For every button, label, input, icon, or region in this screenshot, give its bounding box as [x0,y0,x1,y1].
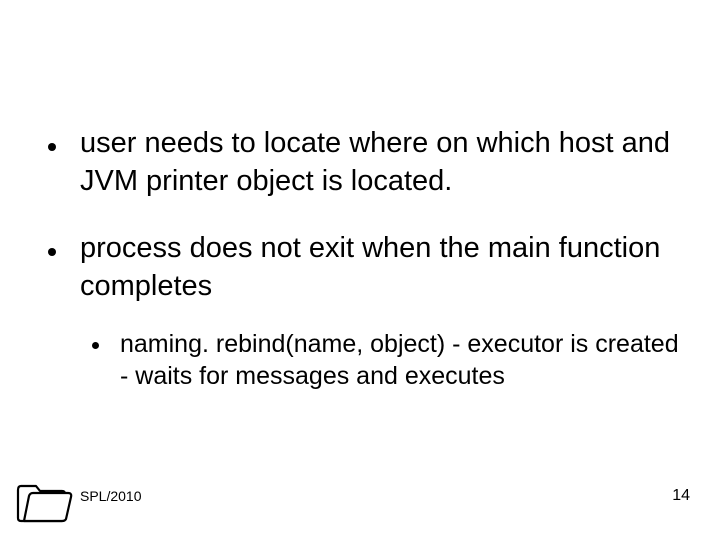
list-item: naming. rebind(name, object) - executor … [80,328,690,393]
list-item: process does not exit when the main func… [40,230,690,392]
footer-label: SPL/2010 [80,488,142,504]
folder-icon [14,476,76,524]
list-item-text: process does not exit when the main func… [80,232,660,302]
bullet-list: user needs to locate where on which host… [40,125,690,393]
list-item-text: naming. rebind(name, object) - executor … [120,330,679,391]
slide-content: user needs to locate where on which host… [0,0,720,393]
page-number: 14 [672,487,690,505]
list-item-text: user needs to locate where on which host… [80,127,670,197]
list-item: user needs to locate where on which host… [40,125,690,200]
sub-bullet-list: naming. rebind(name, object) - executor … [80,328,690,393]
